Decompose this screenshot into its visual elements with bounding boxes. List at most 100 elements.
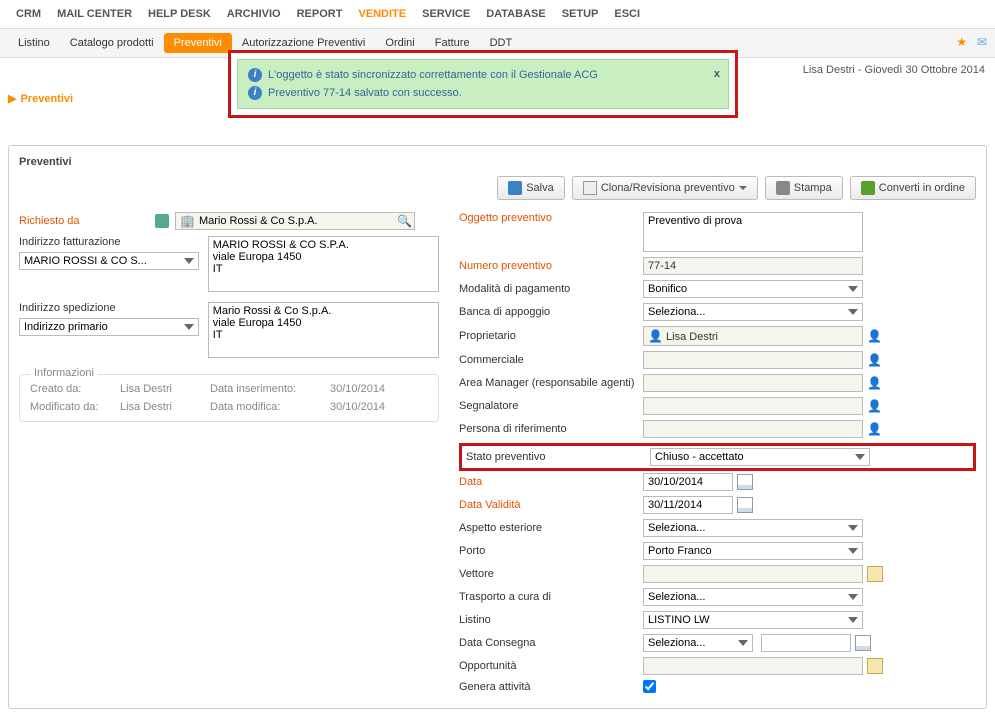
- aspetto-select[interactable]: Seleziona...: [643, 519, 863, 537]
- informazioni-box: Informazioni Creato da: Lisa Destri Data…: [19, 374, 439, 422]
- add-user-icon[interactable]: 👤: [867, 376, 882, 390]
- porto-label: Porto: [459, 545, 639, 557]
- opportunita-label: Opportunità: [459, 660, 639, 672]
- mail-icon[interactable]: ✉: [977, 35, 987, 49]
- proprietario-label: Proprietario: [459, 330, 639, 342]
- data-validita-label: Data Validità: [459, 499, 639, 511]
- numero-label: Numero preventivo: [459, 260, 639, 272]
- subnav-item[interactable]: Catalogo prodotti: [60, 33, 164, 53]
- vettore-value: [643, 565, 863, 583]
- save-icon: [508, 181, 522, 195]
- print-button[interactable]: Stampa: [765, 176, 843, 200]
- topnav-item[interactable]: ARCHIVIO: [219, 4, 289, 24]
- data-input[interactable]: [643, 473, 733, 491]
- print-icon: [776, 181, 790, 195]
- fatturazione-select[interactable]: MARIO ROSSI & CO S...: [19, 252, 199, 270]
- listino-select[interactable]: LISTINO LW: [643, 611, 863, 629]
- add-user-icon[interactable]: 👤: [867, 353, 882, 367]
- trasporto-select[interactable]: Seleziona...: [643, 588, 863, 606]
- company-icon: 🏢: [176, 214, 195, 228]
- topnav-item[interactable]: SERVICE: [414, 4, 478, 24]
- porto-select[interactable]: Porto Franco: [643, 542, 863, 560]
- panel-title: Preventivi: [19, 156, 976, 168]
- richiesto-da-label: Richiesto da: [19, 215, 149, 227]
- stato-select[interactable]: Chiuso - accettato: [650, 448, 870, 466]
- topnav-item[interactable]: DATABASE: [478, 4, 553, 24]
- left-column: Richiesto da 🏢 🔍 Indirizzo fatturazione …: [19, 212, 439, 422]
- data-inserimento-value: 30/10/2014: [330, 383, 420, 395]
- data-validita-input[interactable]: [643, 496, 733, 514]
- indirizzo-spedizione-text[interactable]: Mario Rossi & Co S.p.A. viale Europa 145…: [208, 302, 439, 358]
- convert-button[interactable]: Converti in ordine: [850, 176, 976, 200]
- richiesto-da-lookup[interactable]: 🏢 🔍: [175, 212, 415, 230]
- close-icon[interactable]: x: [714, 68, 720, 80]
- modificato-da-label: Modificato da:: [30, 401, 120, 413]
- creato-da-label: Creato da:: [30, 383, 120, 395]
- topnav-item[interactable]: ESCI: [606, 4, 648, 24]
- add-user-icon[interactable]: 👤: [867, 422, 882, 436]
- data-modifica-value: 30/10/2014: [330, 401, 420, 413]
- main-panel: Preventivi Salva Clona/Revisiona prevent…: [8, 145, 987, 709]
- stato-preventivo-highlight: Stato preventivo Chiuso - accettato: [459, 443, 976, 471]
- segnalatore-value: [643, 397, 863, 415]
- calendar-icon[interactable]: [737, 497, 753, 513]
- listino-label: Listino: [459, 614, 639, 626]
- top-nav: CRMMAIL CENTERHELP DESKARCHIVIOREPORTVEN…: [0, 0, 995, 29]
- subnav-item[interactable]: Preventivi: [164, 33, 232, 53]
- search-icon[interactable]: 🔍: [397, 214, 412, 228]
- subnav-item[interactable]: Listino: [8, 33, 60, 53]
- lookup-icon[interactable]: [867, 658, 883, 674]
- save-button[interactable]: Salva: [497, 176, 565, 200]
- indirizzo-fatturazione-label: Indirizzo fatturazione: [19, 236, 149, 248]
- add-user-icon[interactable]: 👤: [867, 399, 882, 413]
- topnav-item[interactable]: REPORT: [289, 4, 351, 24]
- aspetto-label: Aspetto esteriore: [459, 522, 639, 534]
- right-column: Oggetto preventivo Preventivo di prova N…: [459, 212, 976, 698]
- topnav-item[interactable]: HELP DESK: [140, 4, 219, 24]
- topnav-item[interactable]: VENDITE: [350, 4, 414, 24]
- stato-label: Stato preventivo: [466, 451, 646, 463]
- area-manager-label: Area Manager (responsabile agenti): [459, 377, 639, 389]
- data-inserimento-label: Data inserimento:: [210, 383, 330, 395]
- calendar-icon[interactable]: [737, 474, 753, 490]
- vettore-label: Vettore: [459, 568, 639, 580]
- commerciale-value: [643, 351, 863, 369]
- toolbar: Salva Clona/Revisiona preventivo Stampa …: [19, 176, 976, 200]
- informazioni-title: Informazioni: [30, 367, 98, 379]
- area-manager-value: [643, 374, 863, 392]
- data-modifica-label: Data modifica:: [210, 401, 330, 413]
- commerciale-label: Commerciale: [459, 354, 639, 366]
- link-icon[interactable]: [155, 214, 169, 228]
- oggetto-input[interactable]: Preventivo di prova: [643, 212, 863, 252]
- indirizzo-fatturazione-text[interactable]: MARIO ROSSI & CO S.P.A. viale Europa 145…: [208, 236, 439, 292]
- clone-icon: [583, 181, 597, 195]
- topnav-item[interactable]: SETUP: [554, 4, 607, 24]
- add-user-icon[interactable]: 👤: [867, 329, 882, 343]
- genera-checkbox[interactable]: [643, 680, 656, 693]
- creato-da-value: Lisa Destri: [120, 383, 210, 395]
- lookup-icon[interactable]: [867, 566, 883, 582]
- persona-riferimento-value: [643, 420, 863, 438]
- consegna-date-input[interactable]: [761, 634, 851, 652]
- calendar-icon[interactable]: [855, 635, 871, 651]
- notification-line-1: L'oggetto è stato sincronizzato corretta…: [268, 69, 598, 81]
- clone-button[interactable]: Clona/Revisiona preventivo: [572, 176, 758, 200]
- banca-select[interactable]: Seleziona...: [643, 303, 863, 321]
- richiesto-da-input[interactable]: [195, 213, 414, 229]
- genera-label: Genera attività: [459, 681, 639, 693]
- trasporto-label: Trasporto a cura di: [459, 591, 639, 603]
- persona-riferimento-label: Persona di riferimento: [459, 423, 639, 435]
- spedizione-select[interactable]: Indirizzo primario: [19, 318, 199, 336]
- modificato-da-value: Lisa Destri: [120, 401, 210, 413]
- info-icon: i: [248, 68, 262, 82]
- breadcrumb: ▶Preventivi: [8, 86, 987, 117]
- pagamento-select[interactable]: Bonifico: [643, 280, 863, 298]
- topnav-item[interactable]: MAIL CENTER: [49, 4, 140, 24]
- oggetto-label: Oggetto preventivo: [459, 212, 639, 224]
- chevron-down-icon: [739, 186, 747, 194]
- topnav-item[interactable]: CRM: [8, 4, 49, 24]
- favorite-icon[interactable]: ★: [956, 35, 967, 49]
- numero-value: 77-14: [643, 257, 863, 275]
- consegna-select[interactable]: Seleziona...: [643, 634, 753, 652]
- proprietario-value: 👤 Lisa Destri: [643, 326, 863, 346]
